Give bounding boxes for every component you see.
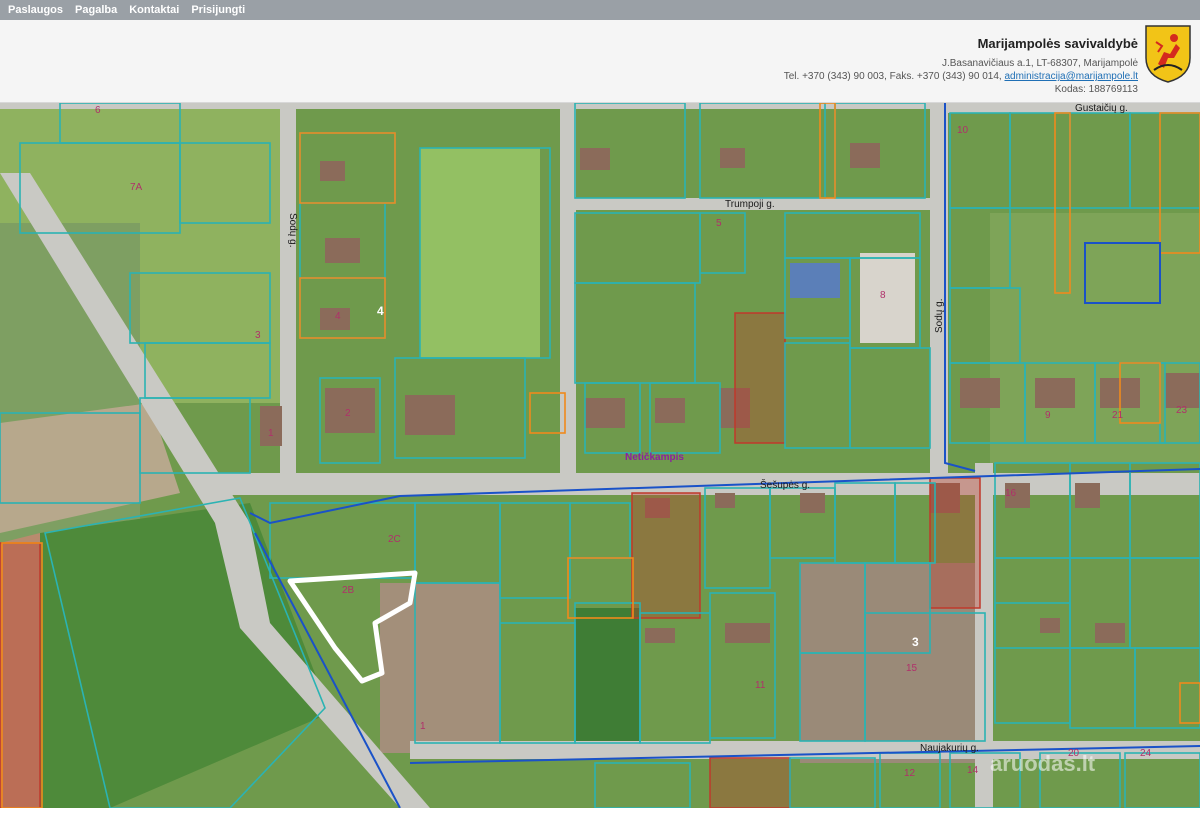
parcel-number: 16 (1005, 488, 1017, 499)
parcel-number: 2B (342, 585, 355, 596)
parcel-number: 11 (755, 680, 766, 691)
parcel-number: 5 (716, 218, 722, 229)
parcel-number: 15 (906, 663, 918, 674)
street-label-trumpoji: Trumpoji g. (725, 199, 775, 210)
street-label-gustaiciu: Gustaičių g. (1075, 103, 1128, 114)
page-header: Marijampolės savivaldybė J.Basanavičiaus… (0, 20, 1200, 103)
nav-kontaktai[interactable]: Kontaktai (129, 4, 179, 16)
road-vertical-west (280, 103, 296, 483)
organization-contacts: Tel. +370 (343) 90 003, Faks. +370 (343)… (784, 70, 1138, 83)
coat-of-arms-icon (1145, 25, 1191, 83)
green-plot (575, 608, 640, 743)
watermark-text: aruodas.lt (990, 751, 1096, 776)
parcel-number: 9 (1045, 410, 1051, 421)
bottom-strip (0, 808, 1200, 813)
parcel-number: 14 (967, 765, 979, 776)
phone-fax: Tel. +370 (343) 90 003, Faks. +370 (343)… (783, 71, 1002, 82)
parcel-number: 4 (335, 311, 341, 322)
parcel-number: 24 (1140, 748, 1152, 759)
parcel-number: 6 (95, 105, 101, 116)
street-label-west: Sodų g. (287, 213, 298, 247)
blue-roof-building (790, 263, 840, 298)
organization-code: Kodas: 188769113 (1054, 84, 1138, 95)
paved-yard (860, 253, 915, 343)
central-meadow (420, 148, 540, 358)
top-nav-bar: Paslaugos Pagalba Kontaktai Prisijungti (0, 0, 1200, 20)
nav-pagalba[interactable]: Pagalba (75, 4, 117, 16)
map-canvas[interactable]: Gustaičių g. Trumpoji g. Šešupės g. Nauj… (0, 103, 1200, 808)
cadastral-map[interactable]: Gustaičių g. Trumpoji g. Šešupės g. Nauj… (0, 103, 1200, 808)
street-label-naujakuriu: Naujakurių g. (920, 743, 979, 754)
nav-prisijungti[interactable]: Prisijungti (191, 4, 245, 16)
parcel-number: 3 (255, 330, 261, 341)
parcel-number: 2C (388, 534, 401, 545)
organization-address: J.Basanavičiaus a.1, LT-68307, Marijampo… (941, 58, 1138, 69)
parcel-number: 8 (880, 290, 886, 301)
block-number-3: 3 (912, 635, 919, 649)
organization-name: Marijampolės savivaldybė (977, 36, 1138, 51)
place-label-netickampis: Netičkampis (625, 452, 684, 463)
street-label-sesupes: Šešupės g. (760, 478, 810, 491)
parcel-number: 1 (268, 428, 274, 439)
parcel-number: 23 (1176, 405, 1188, 416)
parcel-number: 2 (345, 408, 351, 419)
organization-info: Marijampolės savivaldybė J.Basanavičiaus… (784, 36, 1138, 96)
road-vertical-mid (560, 103, 576, 473)
road-sesupes (200, 473, 1200, 495)
nav-paslaugos[interactable]: Paslaugos (8, 4, 63, 16)
parcel-number: 21 (1112, 410, 1124, 421)
parcel-number: 7A (130, 182, 143, 193)
email-link[interactable]: administracija@marijampole.lt (1004, 71, 1138, 82)
block-number-4: 4 (377, 304, 384, 318)
parcel-number: 10 (957, 125, 969, 136)
parcel-number: 12 (904, 768, 916, 779)
road-gustaiciu (930, 103, 1200, 113)
street-label-sodu: Sodų g. (934, 299, 945, 333)
parcel-number: 1 (420, 721, 426, 732)
